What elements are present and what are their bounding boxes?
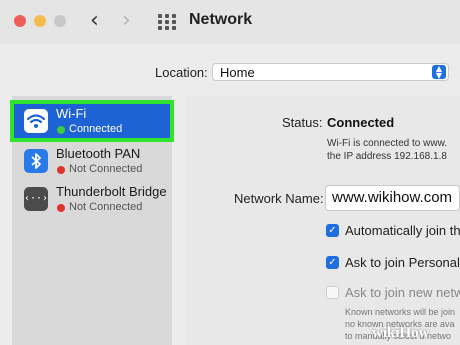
auto-join-label: Automatically join thi	[345, 223, 460, 238]
service-item-thunderbolt[interactable]: ‹··› Thunderbolt Bridge Not Connected	[12, 180, 172, 218]
service-status: Not Connected	[69, 163, 143, 175]
location-select[interactable]: Home ▲ ▼	[212, 63, 449, 81]
ask-new-network-label: Ask to join new netwo	[345, 285, 460, 300]
bluetooth-icon	[24, 149, 48, 173]
status-dot	[57, 166, 65, 174]
network-name-label: Network Name:	[234, 191, 324, 206]
auto-join-checkbox[interactable]: ✓	[326, 224, 339, 237]
thunderbolt-icon: ‹··›	[24, 187, 48, 211]
status-dot	[57, 126, 65, 134]
service-name: Bluetooth PAN	[56, 146, 141, 161]
wifi-icon	[24, 109, 48, 133]
zoom-window-button[interactable]	[54, 15, 66, 27]
network-name-select[interactable]: www.wikihow.com	[325, 185, 460, 211]
grid-icon[interactable]	[158, 14, 176, 30]
service-item-wifi[interactable]: Wi-Fi Connected	[10, 100, 174, 142]
status-dot	[57, 204, 65, 212]
status-desc-line: the IP address 192.168.1.8	[327, 151, 447, 162]
close-window-button[interactable]	[14, 15, 26, 27]
window-title: Network	[189, 11, 253, 28]
status-desc-line: Wi-Fi is connected to www.	[327, 138, 448, 149]
service-status: Connected	[69, 123, 123, 135]
service-name: Thunderbolt Bridge	[56, 184, 167, 199]
status-value: Connected	[327, 115, 395, 130]
network-name-value: www.wikihow.com	[332, 189, 453, 206]
status-description: Wi-Fi is connected to www. the IP addres…	[327, 137, 460, 163]
minimize-window-button[interactable]	[34, 15, 46, 27]
chevron-right-icon[interactable]: ›	[122, 10, 131, 32]
select-arrows-icon: ▲ ▼	[432, 65, 446, 80]
service-item-bluetooth[interactable]: Bluetooth PAN Not Connected	[12, 142, 172, 180]
service-name: Wi-Fi	[56, 106, 87, 121]
location-value: Home	[220, 65, 255, 80]
location-label: Location:	[155, 65, 208, 80]
service-list: Wi-Fi Connected Bluetooth PAN Not Connec…	[10, 96, 174, 345]
chevron-left-icon[interactable]: ‹	[90, 10, 99, 32]
ask-hotspot-checkbox[interactable]: ✓	[326, 256, 339, 269]
ask-hotspot-label: Ask to join Personal H	[345, 255, 460, 270]
status-label: Status:	[282, 115, 323, 130]
note-line: Known networks will be join	[345, 307, 456, 317]
service-status: Not Connected	[69, 201, 143, 213]
watermark-logo: wikiHow	[372, 325, 430, 341]
ask-new-network-checkbox[interactable]	[326, 286, 339, 299]
title-bar: ‹ › Network	[0, 0, 460, 44]
